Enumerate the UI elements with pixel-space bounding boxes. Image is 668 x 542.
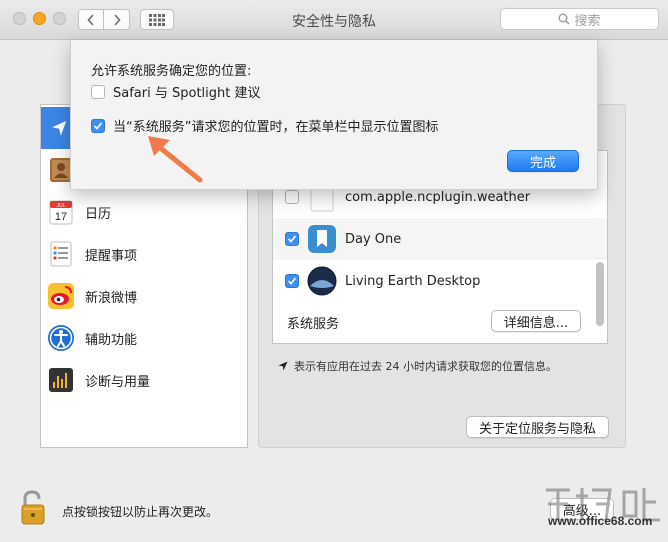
checkmark-icon: [93, 121, 103, 130]
done-button[interactable]: 完成: [507, 150, 579, 172]
calendar-icon: JUL 17: [49, 200, 73, 225]
title-bar: 安全性与隐私 搜索: [0, 0, 668, 40]
lock-icon[interactable]: [18, 490, 50, 526]
app-row-day-one[interactable]: Day One: [273, 218, 607, 260]
app-name: Living Earth Desktop: [345, 273, 481, 289]
search-field[interactable]: 搜索: [500, 8, 659, 30]
sidebar-item-diagnostics[interactable]: 诊断与用量: [41, 359, 247, 401]
sidebar-item-reminders[interactable]: 提醒事项: [41, 233, 247, 275]
search-icon: [558, 13, 571, 25]
day-one-icon: [308, 225, 336, 253]
calendar-month-text: JUL: [57, 203, 66, 209]
recent-location-note: 表示有应用在过去 24 小时内请求获取您的位置信息。: [278, 358, 557, 374]
diagnostics-icon: [49, 368, 73, 392]
lock-hint-text: 点按锁按钮以防止再次更改。: [62, 505, 219, 519]
living-earth-icon: [307, 266, 337, 296]
sidebar-item-label: 新浪微博: [85, 290, 138, 306]
sidebar-item-label: 提醒事项: [85, 248, 138, 264]
app-name: Day One: [345, 231, 402, 247]
sidebar-item-label: 诊断与用量: [85, 374, 151, 390]
accessibility-icon: [48, 325, 74, 351]
recent-location-note-text: 表示有应用在过去 24 小时内请求获取您的位置信息。: [294, 360, 557, 373]
watermark-url: www.office68.com: [548, 514, 653, 528]
show-location-icon-checkbox[interactable]: [91, 118, 105, 133]
site-watermark-logo: [546, 488, 660, 522]
location-arrow-icon: [52, 120, 67, 136]
location-arrow-icon: [278, 361, 288, 371]
safari-spotlight-option[interactable]: Safari 与 Spotlight 建议: [91, 82, 260, 101]
calendar-day-text: 17: [55, 211, 67, 223]
sidebar-item-label: 辅助功能: [85, 332, 138, 348]
search-placeholder: 搜索: [574, 13, 601, 29]
details-button[interactable]: 详细信息...: [491, 310, 581, 332]
about-location-privacy-button[interactable]: 关于定位服务与隐私: [466, 416, 609, 438]
safari-spotlight-checkbox[interactable]: [91, 84, 105, 99]
app-checkbox[interactable]: [285, 274, 299, 288]
annotation-arrow-icon: [148, 136, 203, 183]
system-services-label: 系统服务: [287, 317, 340, 332]
sidebar-item-weibo[interactable]: 新浪微博: [41, 275, 247, 317]
reminders-icon: [50, 241, 72, 267]
sidebar-item-calendar[interactable]: JUL 17 日历: [41, 191, 247, 233]
sidebar-item-label: 日历: [85, 206, 112, 222]
weibo-icon: [48, 283, 74, 309]
app-checkbox[interactable]: [285, 232, 299, 246]
sidebar-item-accessibility[interactable]: 辅助功能: [41, 317, 247, 359]
app-row-living-earth[interactable]: Living Earth Desktop: [273, 260, 607, 302]
checkmark-icon: [287, 277, 297, 285]
checkmark-icon: [287, 235, 297, 243]
app-checkbox[interactable]: [285, 190, 299, 204]
app-name: com.apple.ncplugin.weather: [345, 189, 531, 205]
app-list-scrollbar[interactable]: [596, 262, 604, 326]
safari-spotlight-label: Safari 与 Spotlight 建议: [113, 86, 261, 101]
sheet-title: 允许系统服务确定您的位置:: [91, 64, 252, 79]
